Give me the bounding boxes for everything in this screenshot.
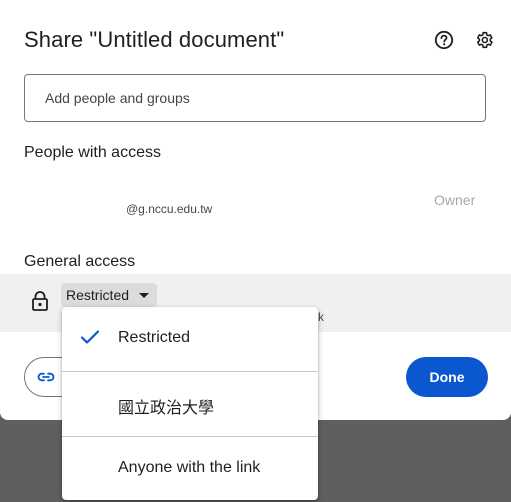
menu-item-restricted[interactable]: Restricted bbox=[62, 307, 318, 371]
general-access-menu: Restricted 國立政治大學 Anyone with the link bbox=[62, 307, 318, 500]
done-button[interactable]: Done bbox=[406, 357, 488, 397]
lock-icon bbox=[32, 291, 48, 311]
gear-icon bbox=[476, 31, 493, 49]
general-access-dropdown[interactable]: Restricted bbox=[61, 283, 158, 307]
check-icon bbox=[80, 330, 100, 344]
people-with-access-heading: People with access bbox=[24, 144, 161, 161]
menu-item-label: Restricted bbox=[118, 329, 191, 346]
help-circle-icon bbox=[434, 30, 454, 50]
person-row[interactable]: @g.nccu.edu.tw Owner bbox=[0, 180, 511, 230]
person-email: @g.nccu.edu.tw bbox=[126, 202, 213, 216]
dialog-title: Share "Untitled document" bbox=[24, 27, 285, 52]
person-role: Owner bbox=[434, 192, 476, 208]
general-access-selected: Restricted bbox=[66, 287, 130, 303]
settings-button[interactable] bbox=[472, 28, 496, 52]
general-access-description: k bbox=[318, 310, 324, 324]
menu-item-label: Anyone with the link bbox=[118, 459, 261, 476]
dropdown-arrow-icon bbox=[139, 293, 150, 298]
link-icon bbox=[37, 372, 55, 382]
general-access-heading: General access bbox=[24, 253, 136, 270]
menu-item-label: 國立政治大學 bbox=[118, 400, 215, 417]
help-button[interactable] bbox=[432, 28, 456, 52]
menu-item-anyone-with-link[interactable]: Anyone with the link bbox=[62, 437, 318, 501]
menu-item-organization[interactable]: 國立政治大學 bbox=[62, 372, 318, 436]
add-people-input[interactable] bbox=[24, 74, 486, 122]
